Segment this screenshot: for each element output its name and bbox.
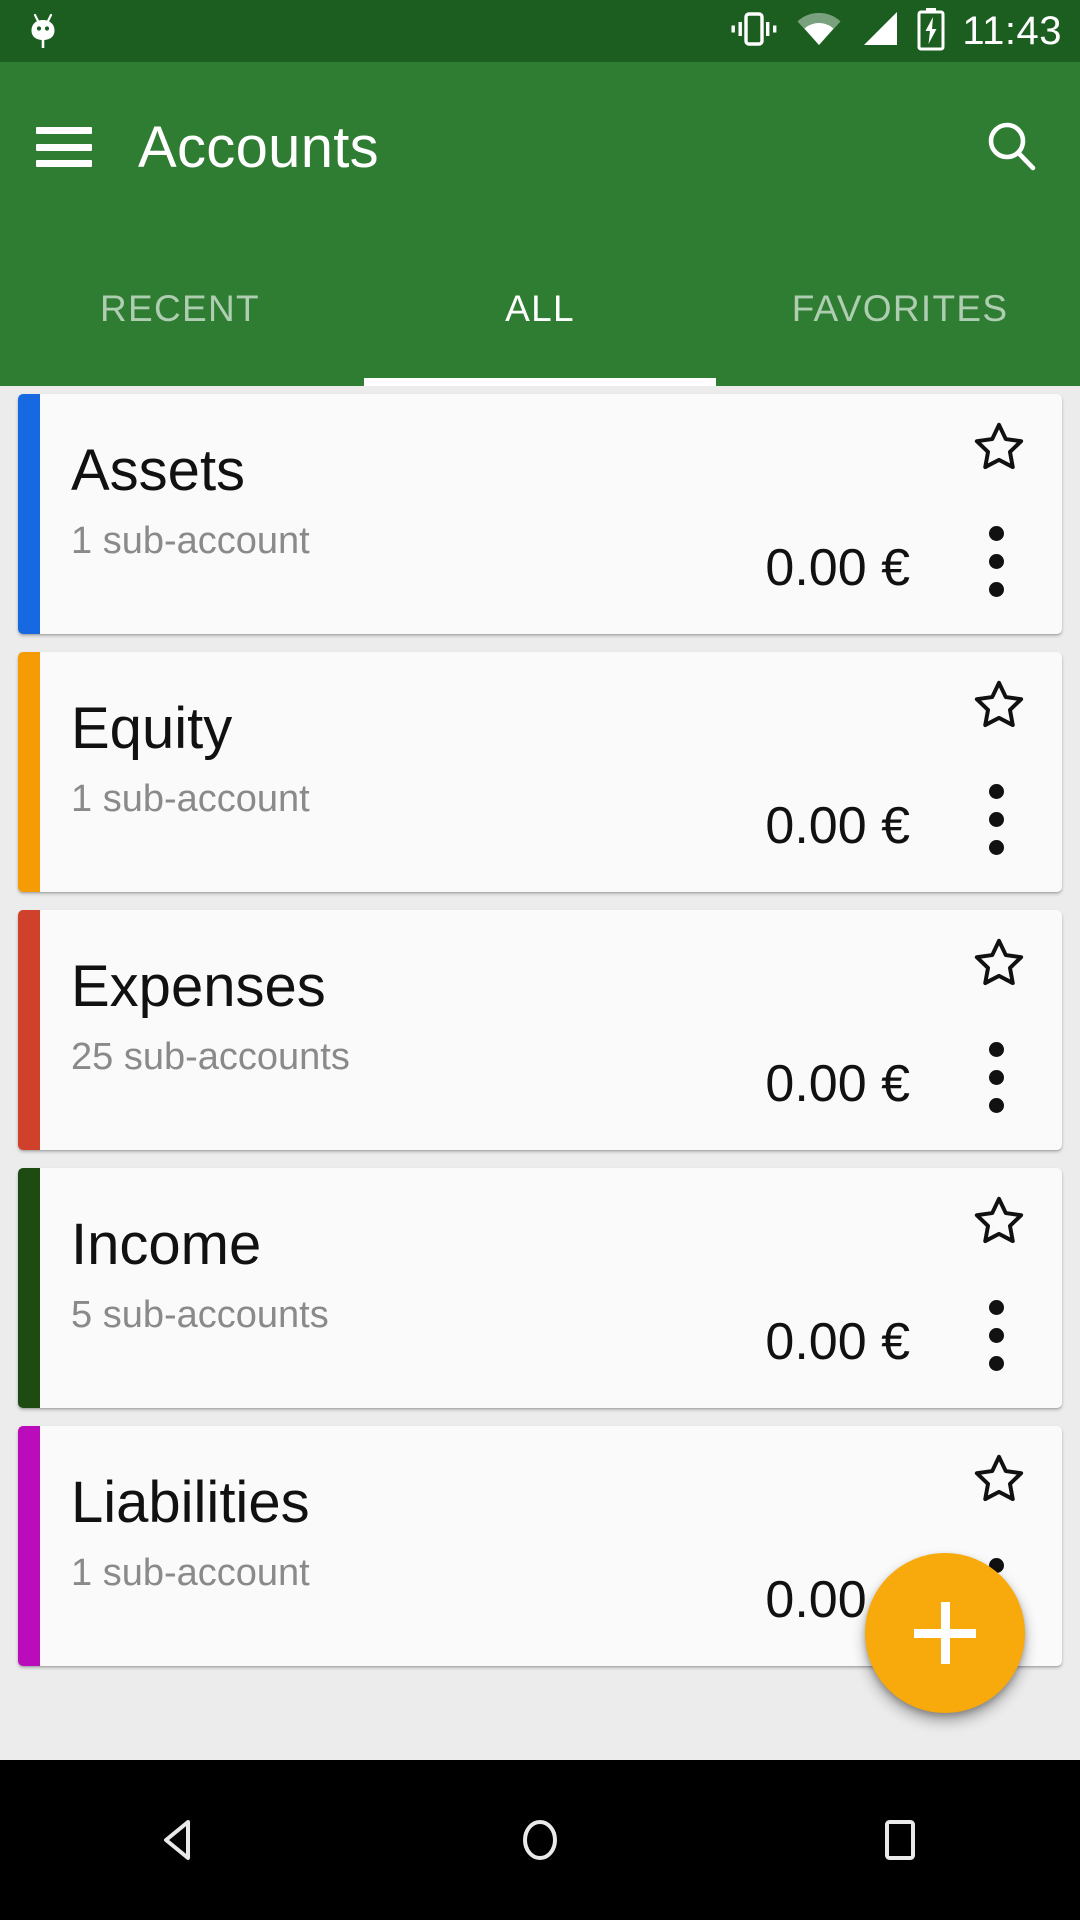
tab-bar: RECENT ALL FAVORITES xyxy=(0,232,1080,386)
hamburger-line xyxy=(36,127,92,134)
account-color-stripe xyxy=(18,1426,40,1666)
tab-recent[interactable]: RECENT xyxy=(0,232,360,386)
tab-all[interactable]: ALL xyxy=(360,232,720,386)
account-balance: 0.00 € xyxy=(765,1055,910,1113)
account-list[interactable]: Assets 1 sub-account 0.00 € Equity 1 sub… xyxy=(0,386,1080,1758)
search-icon[interactable] xyxy=(980,115,1044,179)
battery-charging-icon xyxy=(916,7,946,56)
account-balance: 0.00 € xyxy=(765,797,910,855)
wifi-icon xyxy=(796,10,842,53)
page-title: Accounts xyxy=(138,114,379,180)
favorite-star-icon[interactable] xyxy=(968,674,1030,736)
overflow-menu-icon[interactable] xyxy=(966,1290,1026,1380)
nav-back-button[interactable] xyxy=(0,1760,360,1920)
account-balance: 0.00 € xyxy=(765,539,910,597)
account-card-equity[interactable]: Equity 1 sub-account 0.00 € xyxy=(18,652,1062,892)
app-bar: Accounts xyxy=(0,62,1080,232)
status-bar: 11:43 xyxy=(0,0,1080,62)
account-name: Assets xyxy=(71,438,246,503)
tab-label: RECENT xyxy=(100,288,260,329)
account-card-income[interactable]: Income 5 sub-accounts 0.00 € xyxy=(18,1168,1062,1408)
account-color-stripe xyxy=(18,394,40,634)
favorite-star-icon[interactable] xyxy=(968,1448,1030,1510)
account-subaccount-count: 1 sub-account xyxy=(71,520,310,562)
android-bug-icon xyxy=(26,8,60,55)
hamburger-line xyxy=(36,143,92,151)
hamburger-line xyxy=(36,160,92,167)
favorite-star-icon[interactable] xyxy=(968,932,1030,994)
android-navigation-bar xyxy=(0,1760,1080,1920)
tab-label: FAVORITES xyxy=(791,288,1009,329)
account-color-stripe xyxy=(18,652,40,892)
status-bar-system-icons: 11:43 xyxy=(728,7,1062,56)
account-subaccount-count: 5 sub-accounts xyxy=(71,1294,329,1336)
favorite-star-icon[interactable] xyxy=(968,416,1030,478)
account-subaccount-count: 25 sub-accounts xyxy=(71,1036,350,1078)
nav-home-button[interactable] xyxy=(360,1760,720,1920)
android-screen: 11:43 Accounts RECENT ALL FAVORITES Asse… xyxy=(0,0,1080,1920)
cellular-signal-icon xyxy=(858,10,900,53)
account-card-expenses[interactable]: Expenses 25 sub-accounts 0.00 € xyxy=(18,910,1062,1150)
account-balance: 0.00 € xyxy=(765,1313,910,1371)
account-name: Liabilities xyxy=(71,1470,310,1535)
status-bar-notifications xyxy=(26,8,60,55)
account-name: Expenses xyxy=(71,954,326,1019)
account-subaccount-count: 1 sub-account xyxy=(71,778,310,820)
account-name: Income xyxy=(71,1212,262,1277)
account-card-assets[interactable]: Assets 1 sub-account 0.00 € xyxy=(18,394,1062,634)
account-subaccount-count: 1 sub-account xyxy=(71,1552,310,1594)
account-name: Equity xyxy=(71,696,233,761)
plus-icon xyxy=(940,1602,950,1664)
tab-label: ALL xyxy=(505,288,575,329)
vibrate-icon xyxy=(728,9,780,54)
account-color-stripe xyxy=(18,1168,40,1408)
overflow-menu-icon[interactable] xyxy=(966,516,1026,606)
overflow-menu-icon[interactable] xyxy=(966,1032,1026,1122)
favorite-star-icon[interactable] xyxy=(968,1190,1030,1252)
status-bar-clock: 11:43 xyxy=(962,9,1062,53)
overflow-menu-icon[interactable] xyxy=(966,774,1026,864)
add-account-fab[interactable] xyxy=(865,1553,1025,1713)
account-color-stripe xyxy=(18,910,40,1150)
nav-recents-button[interactable] xyxy=(720,1760,1080,1920)
tab-favorites[interactable]: FAVORITES xyxy=(720,232,1080,386)
hamburger-menu-icon[interactable] xyxy=(36,127,92,167)
